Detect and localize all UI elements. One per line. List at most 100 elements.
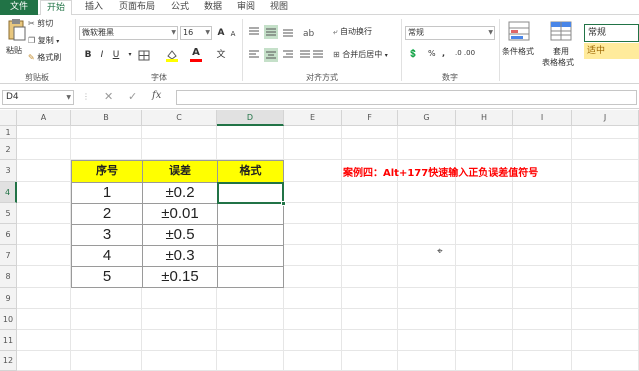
- table-cell-no[interactable]: 4: [71, 245, 143, 267]
- style-good[interactable]: 适中: [584, 43, 639, 59]
- format-as-table-label-1[interactable]: 套用: [553, 46, 569, 57]
- separator: [75, 19, 76, 81]
- name-box[interactable]: D4 ▼: [2, 90, 74, 105]
- style-normal[interactable]: 常规: [584, 24, 639, 42]
- copy-button[interactable]: ❐ 复制 ▾: [28, 35, 59, 46]
- table-cell-format[interactable]: [217, 245, 284, 267]
- row-header-1[interactable]: 1: [0, 126, 17, 139]
- row-header-6[interactable]: 6: [0, 224, 17, 245]
- table-cell-format[interactable]: [217, 266, 284, 288]
- merge-center-button[interactable]: ⊞ 合并后居中 ▾: [333, 49, 388, 60]
- tab-insert[interactable]: 插入: [80, 0, 108, 15]
- active-cell-selection[interactable]: [217, 182, 284, 204]
- tab-data[interactable]: 数据: [199, 0, 227, 15]
- cut-button[interactable]: ✂ 剪切: [28, 18, 53, 29]
- tab-file[interactable]: 文件: [0, 0, 38, 15]
- italic-button[interactable]: I: [96, 49, 108, 61]
- paste-icon[interactable]: [6, 18, 26, 42]
- font-name-dropdown[interactable]: 微软雅黑 ▼: [79, 26, 178, 40]
- table-cell-no[interactable]: 2: [71, 203, 143, 225]
- alignment-group-label: 对齐方式: [306, 73, 338, 82]
- cancel-icon[interactable]: ✕: [104, 90, 113, 103]
- column-header-g[interactable]: G: [398, 110, 456, 126]
- table-cell-no[interactable]: 3: [71, 224, 143, 246]
- vertical-align-icons[interactable]: ab: [247, 25, 325, 39]
- tab-view[interactable]: 视图: [265, 0, 293, 15]
- column-header-e[interactable]: E: [284, 110, 342, 126]
- conditional-format-icon[interactable]: [508, 21, 530, 41]
- row-header-9[interactable]: 9: [0, 288, 17, 309]
- worksheet-grid[interactable]: ABCDEFGHIJ 1 2 3 4 5 6 7 8 9 10 11 12 序号 误差 格式 1 ±0…: [0, 110, 639, 371]
- table-cell-error[interactable]: ±0.5: [142, 224, 218, 246]
- column-header-f[interactable]: F: [342, 110, 398, 126]
- row-header-3[interactable]: 3: [0, 160, 17, 182]
- percent-button[interactable]: %: [428, 49, 436, 58]
- table-header-no[interactable]: 序号: [71, 160, 143, 183]
- font-color-icon[interactable]: A: [190, 48, 202, 62]
- confirm-icon[interactable]: ✓: [128, 90, 137, 103]
- comma-button[interactable]: ,: [442, 49, 445, 58]
- fill-color-icon[interactable]: [165, 49, 179, 62]
- column-header-j[interactable]: J: [572, 110, 639, 126]
- table-cell-error[interactable]: ±0.01: [142, 203, 218, 225]
- row-header-7[interactable]: 7: [0, 245, 17, 266]
- underline-button[interactable]: U: [110, 49, 122, 61]
- paste-label[interactable]: 粘贴: [6, 45, 22, 56]
- table-cell-format[interactable]: [217, 224, 284, 246]
- format-painter-button[interactable]: ✎ 格式刷: [28, 52, 61, 63]
- table-cell-no[interactable]: 5: [71, 266, 143, 288]
- increase-font-button[interactable]: A: [215, 27, 227, 39]
- row-header-11[interactable]: 11: [0, 330, 17, 351]
- decimal-buttons[interactable]: .0 .00: [455, 49, 475, 57]
- column-header-h[interactable]: H: [456, 110, 513, 126]
- table-cell-error[interactable]: ±0.3: [142, 245, 218, 267]
- row-header-8[interactable]: 8: [0, 266, 17, 288]
- column-header-c[interactable]: C: [142, 110, 217, 126]
- gridline-vertical: [341, 126, 342, 371]
- insert-function-icon[interactable]: fx: [152, 90, 161, 101]
- row-header-2[interactable]: 2: [0, 139, 17, 160]
- tab-review[interactable]: 审阅: [232, 0, 260, 15]
- font-size-dropdown[interactable]: 16 ▼: [180, 26, 212, 40]
- format-as-table-icon[interactable]: [550, 21, 572, 41]
- formula-input[interactable]: [176, 90, 637, 105]
- brush-icon: ✎: [28, 53, 35, 62]
- bold-button[interactable]: B: [82, 49, 94, 61]
- currency-button[interactable]: 💲: [408, 49, 418, 58]
- column-header-b[interactable]: B: [71, 110, 142, 126]
- row-header-12[interactable]: 12: [0, 351, 17, 371]
- table-cell-error[interactable]: ±0.15: [142, 266, 218, 288]
- tab-formulas[interactable]: 公式: [166, 0, 194, 15]
- horizontal-align-icons[interactable]: [247, 48, 325, 62]
- table-cell-format[interactable]: [217, 203, 284, 225]
- phonetic-button[interactable]: 文: [215, 49, 227, 61]
- currency-icon: 💲: [408, 49, 418, 58]
- cut-label: 剪切: [37, 19, 54, 28]
- select-all-corner[interactable]: [0, 110, 17, 126]
- row-header-10[interactable]: 10: [0, 309, 17, 330]
- tab-home[interactable]: 开始: [40, 0, 72, 16]
- borders-icon[interactable]: [138, 50, 150, 61]
- table-header-format[interactable]: 格式: [217, 160, 284, 183]
- table-cell-error[interactable]: ±0.2: [142, 182, 218, 204]
- wrap-text-button[interactable]: ⤶ 自动换行: [333, 26, 372, 37]
- gridline-vertical: [455, 126, 456, 371]
- column-header-d[interactable]: D: [217, 110, 284, 126]
- fill-handle[interactable]: [281, 201, 286, 206]
- chevron-down-icon[interactable]: ▾: [124, 49, 136, 61]
- tab-page-layout[interactable]: 页面布局: [113, 0, 161, 15]
- clipboard-group-label: 剪贴板: [25, 73, 49, 82]
- conditional-format-button[interactable]: 条件格式: [502, 46, 534, 57]
- column-header-a[interactable]: A: [17, 110, 71, 126]
- table-header-error[interactable]: 误差: [142, 160, 218, 183]
- column-header-i[interactable]: I: [513, 110, 572, 126]
- decrease-font-button[interactable]: A: [227, 28, 239, 40]
- number-format-dropdown[interactable]: 常规 ▼: [405, 26, 495, 40]
- merge-icon: ⊞: [333, 50, 340, 59]
- ribbon-tab-bar: 文件 开始 插入 页面布局 公式 数据 审阅 视图: [0, 0, 639, 16]
- font-size-value: 16: [183, 28, 194, 37]
- row-header-4[interactable]: 4: [0, 182, 17, 203]
- format-as-table-label-2[interactable]: 表格格式: [542, 57, 574, 68]
- row-header-5[interactable]: 5: [0, 203, 17, 224]
- table-cell-no[interactable]: 1: [71, 182, 143, 204]
